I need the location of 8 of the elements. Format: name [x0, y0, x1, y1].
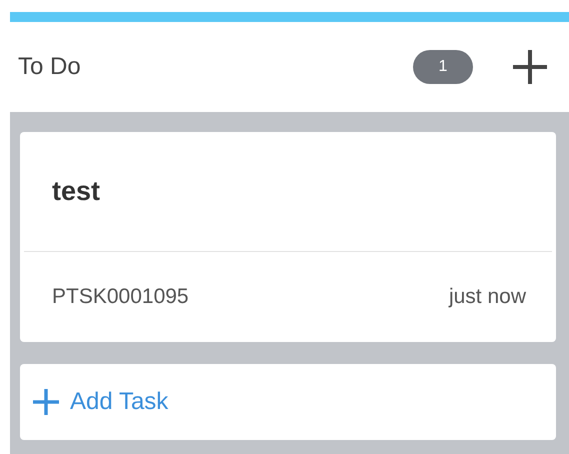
count-badge: 1	[413, 50, 473, 84]
task-title: test	[52, 175, 100, 208]
updated-time: just now	[448, 284, 526, 310]
add-icon[interactable]	[511, 48, 549, 86]
column-title: To Do	[18, 52, 82, 82]
plus-icon	[32, 388, 60, 416]
task-number: PTSK0001095	[52, 284, 189, 310]
task-card[interactable]: test PTSK0001095 just now	[20, 132, 556, 342]
